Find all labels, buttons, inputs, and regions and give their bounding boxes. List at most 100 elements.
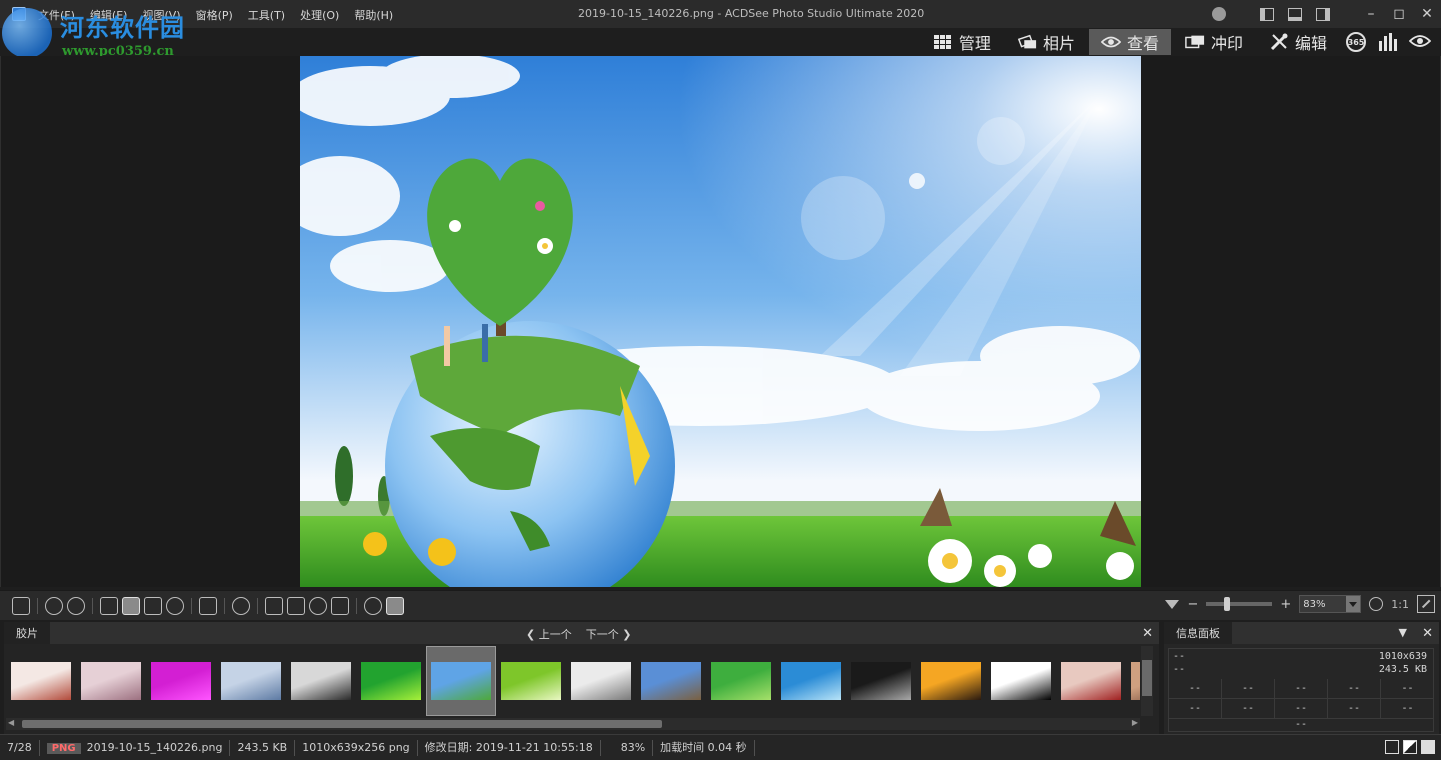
develop-icon: [1185, 33, 1205, 51]
capture-icon[interactable]: [386, 597, 404, 615]
filmstrip-thumbnail[interactable]: [566, 646, 636, 716]
filmstrip-vertical-scrollbar[interactable]: [1141, 646, 1153, 716]
fit-image-icon[interactable]: [1417, 595, 1435, 613]
fullscreen-icon[interactable]: [199, 597, 217, 615]
filmstrip-thumbnail[interactable]: [636, 646, 706, 716]
exposure-icon[interactable]: [309, 597, 327, 615]
checkerboard-icon[interactable]: [1385, 740, 1399, 754]
info-panel-body: -- 1010x639 -- 243.5 KB -- -- -- -- -- -…: [1168, 648, 1434, 732]
hand-tool-icon[interactable]: [122, 597, 140, 615]
zoom-out-button[interactable]: −: [1187, 597, 1198, 612]
filmstrip-horizontal-scrollbar[interactable]: ◀ ▶: [6, 718, 1140, 730]
contrast-icon[interactable]: [1403, 740, 1417, 754]
zoom-menu-arrow-icon[interactable]: [1165, 599, 1180, 609]
displayed-photo[interactable]: [300, 56, 1141, 587]
minimize-button[interactable]: –: [1357, 4, 1385, 24]
vertical-scroll-thumb[interactable]: [1142, 660, 1152, 696]
scroll-right-icon[interactable]: ▶: [1132, 718, 1138, 727]
horizontal-scroll-thumb[interactable]: [22, 720, 662, 728]
status-filename: 2019-10-15_140226.png: [86, 740, 223, 754]
mode-manage[interactable]: 管理: [921, 29, 1003, 55]
filmstrip-thumbnail[interactable]: [1056, 646, 1126, 716]
scroll-left-icon[interactable]: ◀: [8, 718, 14, 727]
filmstrip-thumbnail[interactable]: [286, 646, 356, 716]
filmstrip-thumbnail[interactable]: [706, 646, 776, 716]
menu-help[interactable]: 帮助(H): [354, 7, 393, 23]
maximize-button[interactable]: ◻: [1385, 4, 1413, 24]
crop-icon[interactable]: [100, 597, 118, 615]
close-filmstrip-button[interactable]: ✕: [1142, 626, 1153, 641]
filmstrip-thumbnail[interactable]: [6, 646, 76, 716]
user-icon: [1212, 7, 1226, 21]
save-icon[interactable]: [12, 597, 30, 615]
filmstrip-thumbnail[interactable]: [846, 646, 916, 716]
menu-view[interactable]: 视图(V): [142, 7, 180, 23]
filmstrip-pane: 胶片 ❮ 上一个 下一个 ❯ ✕ ◀ ▶: [4, 622, 1159, 734]
thumb-bluecard: [221, 662, 281, 700]
actual-size-button[interactable]: 1:1: [1391, 598, 1409, 611]
zoom-in-button[interactable]: +: [1280, 597, 1291, 612]
quick-view-button[interactable]: [1405, 29, 1435, 55]
menu-process[interactable]: 处理(O): [300, 7, 339, 23]
zoom-dropdown[interactable]: 83%: [1299, 595, 1362, 613]
prev-button[interactable]: ❮ 上一个: [526, 626, 572, 642]
close-info-panel-button[interactable]: ✕: [1422, 626, 1433, 641]
info-panel-header: 信息面板 ▼ ✕: [1164, 622, 1439, 644]
mode-edit[interactable]: 编辑: [1257, 29, 1339, 55]
magnifier-icon[interactable]: [1369, 597, 1384, 611]
tab-filmstrip[interactable]: 胶片: [4, 622, 50, 644]
filmstrip-thumbnail[interactable]: [216, 646, 286, 716]
thumb-dandelion: [501, 662, 561, 700]
close-button[interactable]: ✕: [1413, 4, 1441, 24]
info-bottom-value: --: [1294, 719, 1308, 730]
info-cell: --: [1169, 679, 1222, 699]
acdsee-365-button[interactable]: 365: [1341, 29, 1371, 55]
filmstrip-thumbnail[interactable]: [146, 646, 216, 716]
filmstrip-thumbnail[interactable]: [986, 646, 1056, 716]
zoom-slider[interactable]: [1206, 597, 1273, 611]
title-bar: 文件(F) 编辑(E) 视图(V) 窗格(P) 工具(T) 处理(O) 帮助(H…: [0, 0, 1441, 28]
image-viewer[interactable]: [0, 56, 1441, 587]
filmstrip-thumbnail[interactable]: [776, 646, 846, 716]
status-file: PNG 2019-10-15_140226.png: [40, 739, 231, 756]
face-detect-icon[interactable]: [331, 597, 349, 615]
mode-photos-label: 相片: [1042, 34, 1075, 53]
mode-view[interactable]: 查看: [1088, 29, 1171, 55]
mode-photos[interactable]: 相片: [1005, 29, 1087, 55]
dashboard-button[interactable]: [1373, 29, 1403, 55]
filmstrip-thumbnail[interactable]: [1126, 646, 1140, 716]
auto-lens-icon[interactable]: [232, 597, 250, 615]
toggle-left-pane-button[interactable]: [1253, 4, 1281, 24]
zoom-tool-icon[interactable]: [166, 597, 184, 615]
filmstrip-thumbnail[interactable]: [426, 646, 496, 716]
adjust-sliders-icon[interactable]: [287, 597, 305, 615]
thumb-partial: [1131, 662, 1140, 700]
filmstrip-thumbnail[interactable]: [356, 646, 426, 716]
tag-checkbox-icon[interactable]: [1421, 740, 1435, 754]
user-account-button[interactable]: [1205, 4, 1233, 24]
zoom-value: 83%: [1303, 598, 1326, 610]
info-cell: --: [1381, 699, 1434, 719]
rotate-left-icon[interactable]: [45, 597, 63, 615]
toggle-bottom-pane-button[interactable]: [1281, 4, 1309, 24]
pin-icon[interactable]: ▼: [1399, 626, 1407, 639]
zoom-slider-thumb[interactable]: [1224, 597, 1231, 611]
rotate-right-icon[interactable]: [67, 597, 85, 615]
select-tool-icon[interactable]: [144, 597, 162, 615]
mode-develop[interactable]: 冲印: [1173, 29, 1255, 55]
menu-pane[interactable]: 窗格(P): [196, 7, 233, 23]
status-load-time: 加载时间 0.04 秒: [653, 739, 755, 756]
thumb-ink-mountain: [571, 662, 631, 700]
toggle-right-pane-button[interactable]: [1309, 4, 1337, 24]
next-button[interactable]: 下一个 ❯: [586, 626, 632, 642]
filmstrip-thumbnail[interactable]: [916, 646, 986, 716]
slideshow-icon[interactable]: [364, 597, 382, 615]
menu-file[interactable]: 文件(F): [38, 7, 75, 23]
status-bar: 7/28 PNG 2019-10-15_140226.png 243.5 KB 1…: [0, 734, 1441, 760]
filmstrip-thumbnail[interactable]: [76, 646, 146, 716]
menu-tools[interactable]: 工具(T): [248, 7, 285, 23]
filmstrip-thumbnail[interactable]: [496, 646, 566, 716]
color-balance-icon[interactable]: [265, 597, 283, 615]
tab-info-panel[interactable]: 信息面板: [1164, 622, 1232, 644]
menu-edit[interactable]: 编辑(E): [90, 7, 128, 23]
